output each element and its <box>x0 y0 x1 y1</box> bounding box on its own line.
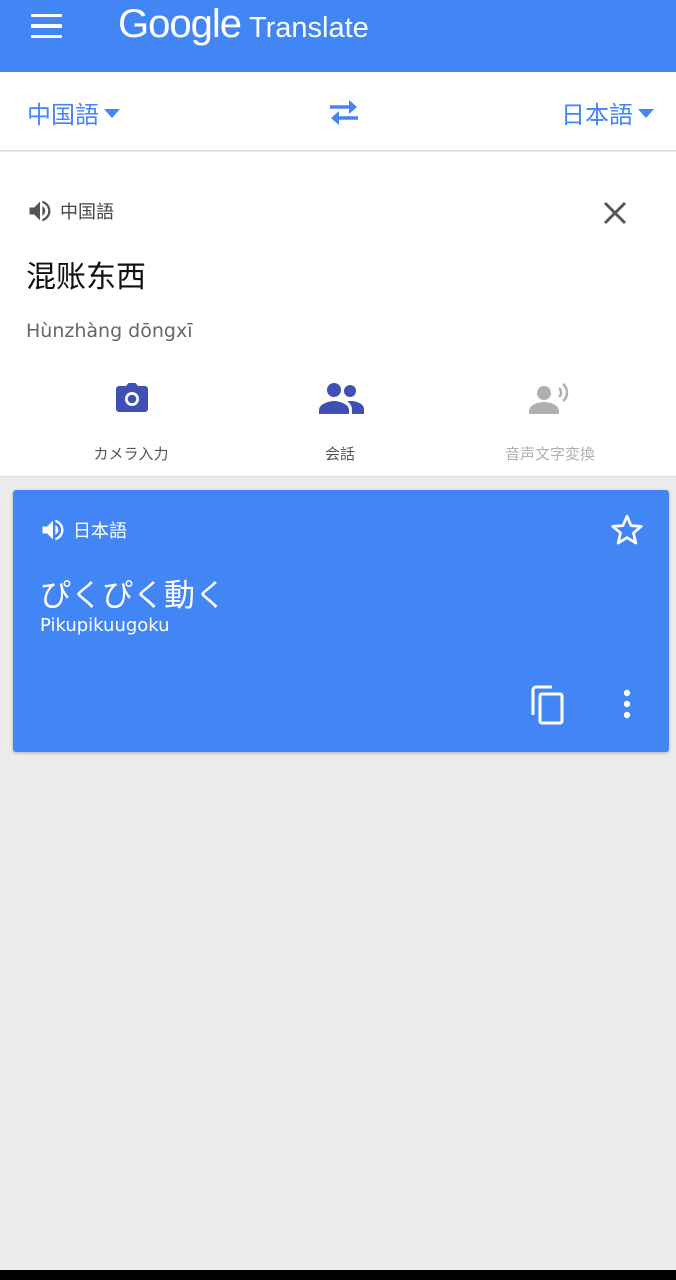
dropdown-arrow-icon <box>104 108 120 118</box>
camera-input-label: カメラ入力 <box>93 445 169 463</box>
target-language-button[interactable]: 日本語 <box>561 96 654 129</box>
target-language-row: 日本語 <box>39 516 127 544</box>
source-language-label: 中国語 <box>27 100 99 129</box>
app-product-name: Translate <box>248 12 369 44</box>
more-options-icon[interactable] <box>611 686 643 722</box>
hamburger-line <box>30 24 62 28</box>
camera-icon <box>116 383 148 412</box>
source-language-button[interactable]: 中国語 <box>27 96 120 129</box>
speaker-icon[interactable] <box>39 516 67 544</box>
hamburger-line <box>30 13 62 18</box>
app-title: Google Translate <box>118 2 369 48</box>
camera-input-button[interactable]: カメラ入力 <box>36 380 226 463</box>
menu-button[interactable] <box>22 6 70 46</box>
system-navigation-bar <box>0 1270 676 1280</box>
target-language-indicator: 日本語 <box>73 521 127 542</box>
dropdown-arrow-icon <box>638 108 654 118</box>
target-language-label: 日本語 <box>561 100 633 129</box>
source-language-row: 中国語 <box>26 197 114 225</box>
conversation-icon <box>319 383 364 414</box>
conversation-label: 会話 <box>324 445 355 463</box>
close-icon[interactable] <box>598 196 632 230</box>
swap-languages-icon[interactable] <box>326 96 362 128</box>
translation-transliteration: Pikupikuugoku <box>40 615 170 636</box>
transcribe-button[interactable]: 音声文字変換 <box>455 380 645 463</box>
transcribe-icon <box>529 383 569 414</box>
language-selector-bar: 中国語 日本語 <box>0 72 676 151</box>
translation-text: ぴくぴく動く <box>40 578 226 614</box>
hamburger-line <box>30 34 62 39</box>
source-romanization: Hùnzhàng dōngxī <box>26 320 193 342</box>
conversation-button[interactable]: 会話 <box>245 380 435 463</box>
app-bar: Google Translate <box>0 0 676 72</box>
app-brand: Google <box>118 2 242 46</box>
transcribe-label: 音声文字変換 <box>504 445 595 463</box>
input-card: 中国語 混账东西 Hùnzhàng dōngxī カメラ入力 会話 音声文字変換 <box>0 152 676 477</box>
speaker-icon[interactable] <box>26 197 54 225</box>
source-text[interactable]: 混账东西 <box>26 252 146 296</box>
translation-result-card: 日本語 ぴくぴく動く Pikupikuugoku <box>13 490 669 752</box>
source-language-indicator: 中国語 <box>60 202 114 223</box>
copy-icon[interactable] <box>528 684 568 726</box>
star-icon[interactable] <box>609 512 645 548</box>
